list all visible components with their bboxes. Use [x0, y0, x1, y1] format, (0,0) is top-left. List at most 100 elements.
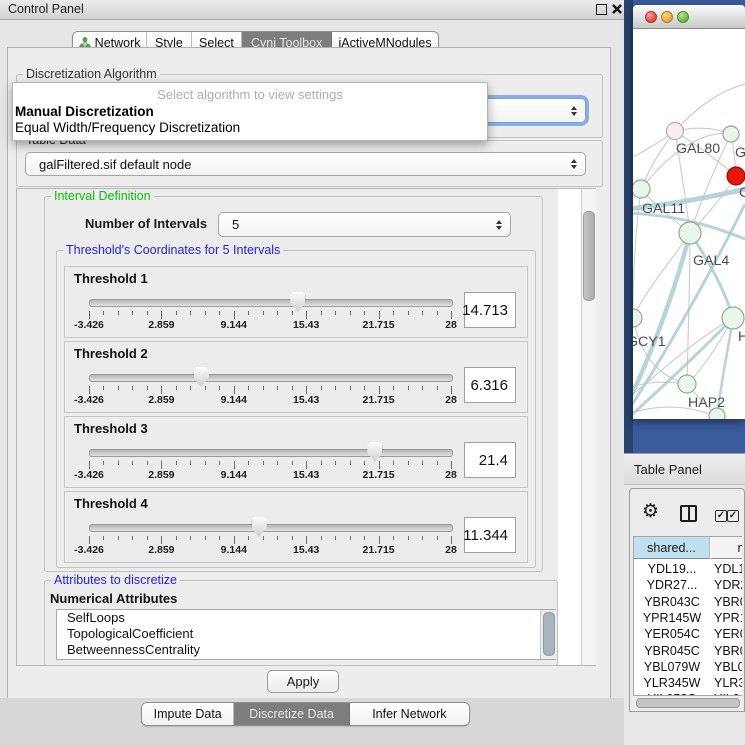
- column-header-name[interactable]: n: [711, 537, 742, 559]
- attributes-scrollbar[interactable]: [540, 610, 556, 659]
- threshold-value-field[interactable]: 21.4: [464, 442, 516, 478]
- table-cell-shared-name[interactable]: YBR045C: [634, 643, 710, 659]
- checkbox-icon[interactable]: ✓: [715, 510, 727, 522]
- slider-tick: [306, 536, 307, 544]
- slider-tick: [89, 386, 90, 394]
- slider-tick: [335, 386, 336, 390]
- slider-track[interactable]: [89, 524, 453, 532]
- slider-tick-label: 9.144: [204, 319, 264, 331]
- close-icon[interactable]: [611, 3, 623, 15]
- table-cell-name[interactable]: YBL0: [714, 659, 742, 675]
- table-cell-name[interactable]: YLR3: [714, 675, 742, 691]
- zoom-traffic-light-icon[interactable]: [677, 11, 689, 23]
- slider-tick: [176, 536, 177, 540]
- slider-tick: [161, 536, 162, 544]
- table-cell-name[interactable]: YPR1: [714, 610, 742, 626]
- checkbox-icon[interactable]: ✓: [727, 510, 739, 522]
- slider-tick: [132, 311, 133, 315]
- network-edge[interactable]: [633, 233, 690, 318]
- table-cell-shared-name[interactable]: YER054C: [634, 626, 710, 642]
- slider-thumb[interactable]: [367, 442, 382, 462]
- threshold-value-field[interactable]: 11.344: [464, 517, 516, 553]
- slider-tick-label: 9.144: [204, 544, 264, 556]
- table-data-combo[interactable]: galFiltered.sif default node: [25, 152, 586, 176]
- slider-tick: [451, 311, 452, 319]
- table-cell-name[interactable]: YER0: [714, 626, 742, 642]
- numerical-attributes-list[interactable]: SelfLoopsTopologicalCoefficientBetweenne…: [56, 609, 556, 660]
- slider-tick-label: 9.144: [204, 394, 264, 406]
- columns-icon[interactable]: [680, 505, 697, 522]
- network-canvas[interactable]: GAL80GACGAL11GAL4GCY1HHAP2: [633, 29, 745, 419]
- slider-tick: [350, 536, 351, 540]
- table-cell-name[interactable]: YBR0: [714, 643, 742, 659]
- thresholds-group-title: Threshold's Coordinates for 5 Intervals: [63, 243, 283, 257]
- slider-track[interactable]: [89, 299, 453, 307]
- network-node[interactable]: [633, 309, 642, 327]
- network-node[interactable]: [678, 375, 696, 393]
- gear-icon[interactable]: ⚙: [642, 502, 659, 521]
- network-view-window: GAL80GACGAL11GAL4GCY1HHAP2: [633, 5, 745, 419]
- network-node[interactable]: [723, 126, 739, 142]
- slider-tick: [306, 311, 307, 319]
- float-window-icon[interactable]: [596, 4, 607, 15]
- attributes-scrollbar-thumb[interactable]: [543, 612, 555, 656]
- table-cell-shared-name[interactable]: YPR145W: [634, 610, 710, 626]
- slider-tick: [393, 311, 394, 315]
- threshold-value-field[interactable]: 6.316: [464, 367, 516, 403]
- table-cell-shared-name[interactable]: YBR043C: [634, 594, 710, 610]
- slider-track[interactable]: [89, 374, 453, 382]
- vertical-scrollbar-thumb[interactable]: [583, 211, 595, 301]
- slider-tick: [205, 536, 206, 540]
- combo-arrows-icon: [571, 159, 577, 169]
- slider-tick-label: 15.43: [276, 319, 336, 331]
- apply-button[interactable]: Apply: [267, 670, 339, 693]
- slider-tick: [364, 536, 365, 540]
- network-node-label: GA: [735, 145, 745, 161]
- attribute-list-item[interactable]: TopologicalCoefficient: [57, 626, 555, 642]
- column-header-shared-name[interactable]: shared...: [634, 537, 710, 559]
- slider-tick: [176, 386, 177, 390]
- vertical-scrollbar[interactable]: [581, 189, 596, 665]
- dropdown-option-equal-width[interactable]: Equal Width/Frequency Discretization: [15, 120, 240, 135]
- network-node[interactable]: [679, 222, 701, 244]
- network-edge[interactable]: [675, 84, 745, 131]
- table-cell-shared-name[interactable]: YDR27...: [634, 577, 710, 593]
- horizontal-scrollbar-thumb[interactable]: [636, 698, 740, 708]
- network-edge[interactable]: [641, 131, 675, 189]
- table-cell-shared-name[interactable]: YLR345W: [634, 675, 710, 691]
- horizontal-scrollbar[interactable]: [633, 696, 742, 707]
- table-cell-name[interactable]: YDL1: [714, 561, 742, 577]
- attribute-list-item[interactable]: SelfLoops: [57, 610, 555, 626]
- slider-track[interactable]: [89, 449, 453, 457]
- network-node[interactable]: [667, 123, 684, 140]
- network-node[interactable]: [709, 408, 725, 419]
- slider-tick-label: 15.43: [276, 544, 336, 556]
- table-cell-shared-name[interactable]: YBL079W: [634, 659, 710, 675]
- tab-impute-data[interactable]: Impute Data: [142, 703, 234, 725]
- network-edge-thick[interactable]: [690, 233, 733, 318]
- tab-infer-network[interactable]: Infer Network: [350, 703, 469, 725]
- slider-tick: [147, 536, 148, 540]
- slider-thumb[interactable]: [194, 367, 209, 387]
- tab-discretize-data[interactable]: Discretize Data: [234, 703, 349, 725]
- slider-tick: [292, 536, 293, 540]
- table-cell-name[interactable]: YDR2: [714, 577, 742, 593]
- minimize-traffic-light-icon[interactable]: [661, 11, 673, 23]
- num-intervals-combo[interactable]: 5: [218, 212, 511, 237]
- slider-thumb[interactable]: [290, 292, 305, 312]
- network-node[interactable]: [727, 167, 745, 185]
- table-cell-shared-name[interactable]: YDL19...: [634, 561, 710, 577]
- dropdown-option-manual[interactable]: Manual Discretization: [15, 104, 154, 119]
- slider-tick: [161, 386, 162, 394]
- table-cell-name[interactable]: YBR0: [714, 594, 742, 610]
- attribute-list-item[interactable]: BetweennessCentrality: [57, 642, 555, 658]
- slider-tick: [190, 386, 191, 390]
- slider-thumb[interactable]: [252, 517, 267, 537]
- close-traffic-light-icon[interactable]: [645, 11, 657, 23]
- threshold-value-field[interactable]: 14.713: [464, 292, 516, 328]
- slider-tick: [219, 386, 220, 390]
- network-node[interactable]: [633, 180, 650, 198]
- slider-tick: [335, 311, 336, 315]
- network-node[interactable]: [722, 307, 744, 329]
- slider-tick: [263, 311, 264, 315]
